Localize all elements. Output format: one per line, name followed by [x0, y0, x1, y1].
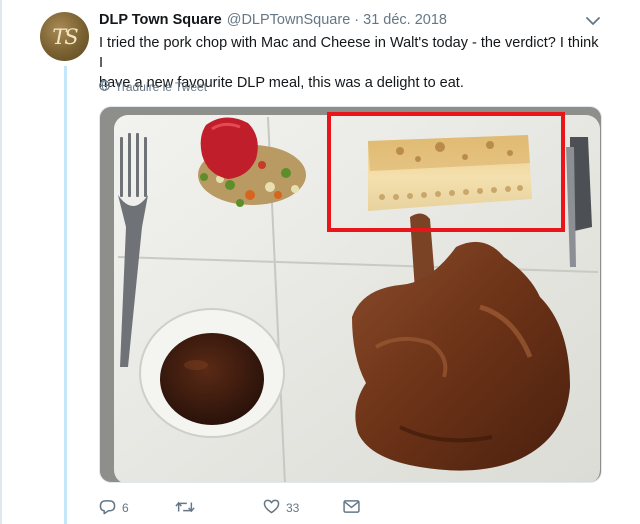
tweet-photo[interactable] [99, 106, 602, 483]
tweet-text-line: I tried the pork chop with Mac and Chees… [99, 35, 599, 71]
reply-icon [99, 499, 116, 518]
like-count: 33 [286, 501, 300, 515]
author-handle[interactable]: @DLPTownSquare [227, 12, 351, 28]
retweet-button[interactable] [175, 500, 263, 517]
avatar-monogram: TS [52, 24, 78, 49]
mail-icon [343, 500, 360, 516]
globe-icon [99, 80, 115, 94]
tweet-header: DLP Town Square @DLPTownSquare · 31 déc.… [99, 12, 447, 30]
thread-line [64, 66, 67, 524]
heart-icon [263, 499, 280, 517]
reply-button[interactable]: 6 [99, 499, 175, 518]
translate-label: Traduire le Tweet [115, 80, 208, 94]
sauce-ramekin [139, 308, 285, 438]
reply-count: 6 [122, 501, 129, 515]
author-name[interactable]: DLP Town Square [99, 12, 222, 28]
avatar[interactable]: TS [40, 12, 89, 61]
separator-dot: · [354, 12, 360, 28]
direct-message-button[interactable] [343, 500, 360, 516]
chevron-down-icon[interactable] [584, 14, 602, 28]
timeline-edge [0, 0, 2, 524]
mac-and-cheese [368, 135, 532, 211]
tweet-date[interactable]: 31 déc. 2018 [363, 12, 447, 28]
translate-tweet-link[interactable]: Traduire le Tweet [99, 80, 207, 94]
retweet-icon [175, 500, 195, 517]
tweet-actions: 6 33 [99, 498, 360, 518]
like-button[interactable]: 33 [263, 499, 343, 517]
